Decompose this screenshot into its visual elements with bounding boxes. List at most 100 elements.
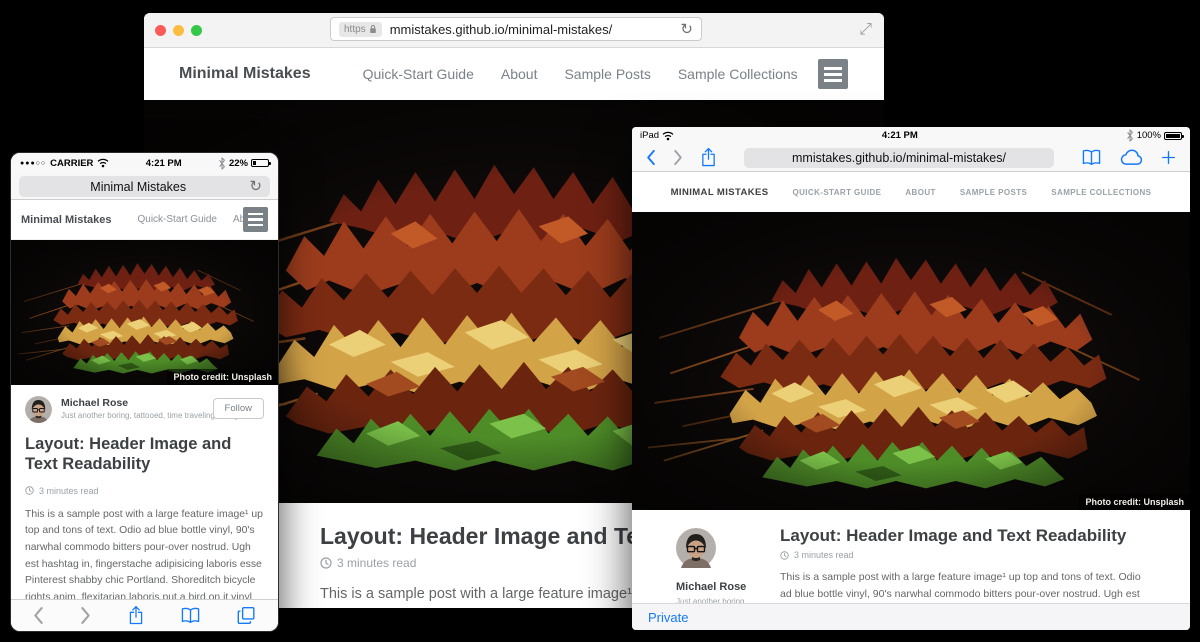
nav-link-about[interactable]: ABOUT: [905, 188, 935, 197]
iphone-safari-window: ●●●○○ CARRIER 4:21 PM 22% Minimal Mistak…: [10, 152, 279, 632]
feature-image: Photo credit: Unsplash: [632, 212, 1190, 510]
leaves-photo: [632, 212, 1190, 510]
post-body: This is a sample post with a large featu…: [780, 569, 1148, 604]
follow-button[interactable]: Follow: [213, 398, 264, 419]
clock-icon: [780, 551, 789, 560]
nav-link-quick-start[interactable]: Quick-Start Guide: [363, 66, 474, 82]
nav-link-quick-start[interactable]: QUICK-START GUIDE: [792, 188, 881, 197]
site-title-link[interactable]: MINIMAL MISTAKES: [671, 187, 769, 198]
site-title-link[interactable]: Minimal Mistakes: [179, 65, 311, 83]
read-time-text: 3 minutes read: [39, 486, 99, 496]
back-button[interactable]: [33, 606, 44, 625]
icloud-tabs-button[interactable]: [1119, 149, 1144, 166]
bluetooth-icon: [218, 157, 226, 170]
ipad-safari-window: iPad 4:21 PM 100% mmistakes.github.io/mi…: [632, 127, 1190, 630]
nav-link-quick-start[interactable]: Quick-Start Guide: [137, 214, 216, 225]
forward-button[interactable]: [673, 149, 683, 166]
post-title: Layout: Header Image and Text Readabilit…: [25, 435, 264, 475]
post-paragraph-1: This is a sample post with a large featu…: [25, 507, 264, 600]
minimize-window-button[interactable]: [173, 25, 184, 36]
leaves-photo: [11, 240, 278, 385]
new-tab-button[interactable]: [1161, 150, 1176, 165]
site-masthead: MINIMAL MISTAKES QUICK-START GUIDE ABOUT…: [632, 172, 1190, 212]
https-badge: https: [339, 22, 382, 37]
device-name: iPad: [640, 130, 659, 141]
private-browsing-bar: Private: [632, 603, 1190, 630]
clock-icon: [320, 557, 332, 569]
avatar-image: [676, 555, 716, 568]
url-text: mmistakes.github.io/minimal-mistakes/: [792, 151, 1006, 165]
author-avatar: [25, 396, 52, 423]
reload-button[interactable]: ↻: [249, 179, 262, 194]
bluetooth-icon: [1126, 129, 1134, 142]
battery-icon: [1164, 132, 1182, 140]
post-content: Michael Rose Just another boring, tattoo…: [11, 385, 278, 600]
bookmarks-button[interactable]: [1081, 149, 1102, 166]
close-window-button[interactable]: [155, 25, 166, 36]
url-text: mmistakes.github.io/minimal-mistakes/: [390, 22, 681, 37]
ipad-status-right: 100%: [1126, 129, 1182, 142]
read-time-text: 3 minutes read: [337, 556, 416, 570]
page-title: Minimal Mistakes: [27, 180, 249, 194]
site-masthead: Minimal Mistakes Quick-Start Guide About…: [144, 48, 884, 100]
lock-icon: [369, 24, 377, 34]
back-button[interactable]: [646, 149, 656, 166]
avatar-image: [25, 396, 52, 423]
read-time: 3 minutes read: [780, 550, 1148, 560]
nav-link-sample-posts[interactable]: Sample Posts: [564, 66, 650, 82]
feature-image: Photo credit: Unsplash: [11, 240, 278, 385]
battery-percent: 22%: [229, 158, 248, 169]
battery-icon: [251, 159, 269, 167]
clock-icon: [25, 486, 34, 495]
signal-dots-icon: ●●●○○: [20, 160, 46, 167]
author-row: Michael Rose Just another boring, tattoo…: [25, 396, 264, 423]
https-label: https: [344, 24, 366, 35]
share-button[interactable]: [700, 147, 717, 168]
menu-toggle-button[interactable]: [243, 207, 268, 232]
wifi-icon: [662, 131, 674, 141]
post-title: Layout: Header Image and Text Readabilit…: [780, 526, 1148, 546]
iphone-url-row: Minimal Mistakes ↻: [11, 173, 278, 200]
iphone-safari-toolbar: [11, 599, 278, 631]
address-bar[interactable]: https mmistakes.github.io/minimal-mistak…: [330, 17, 702, 41]
author-avatar: [676, 555, 716, 572]
zoom-window-button[interactable]: [191, 25, 202, 36]
read-time-text: 3 minutes read: [794, 550, 854, 560]
carrier-label: CARRIER: [50, 158, 93, 169]
ipad-clock: 4:21 PM: [674, 130, 1126, 141]
bookmarks-button[interactable]: [180, 607, 201, 624]
share-button[interactable]: [128, 605, 144, 626]
reload-button[interactable]: ↻: [680, 22, 693, 37]
battery-percent: 100%: [1137, 130, 1161, 141]
ipad-device-label: iPad: [640, 130, 674, 141]
ipad-safari-toolbar: mmistakes.github.io/minimal-mistakes/: [632, 144, 1190, 172]
nav-link-sample-posts[interactable]: SAMPLE POSTS: [960, 188, 1027, 197]
address-bar[interactable]: Minimal Mistakes ↻: [19, 176, 270, 197]
iphone-status-right: 22%: [218, 157, 269, 170]
post-content: Michael Rose Just another boring, tattoo…: [632, 510, 1190, 604]
iphone-status-bar: ●●●○○ CARRIER 4:21 PM 22%: [11, 153, 278, 173]
ipad-status-bar: iPad 4:21 PM 100%: [632, 127, 1190, 144]
post-main: Layout: Header Image and Text Readabilit…: [780, 510, 1190, 604]
nav-link-about[interactable]: About: [501, 66, 538, 82]
iphone-clock: 4:21 PM: [109, 158, 218, 169]
nav-link-sample-collections[interactable]: SAMPLE COLLECTIONS: [1051, 188, 1151, 197]
address-bar[interactable]: mmistakes.github.io/minimal-mistakes/: [744, 148, 1054, 168]
window-controls: [155, 25, 202, 36]
private-button[interactable]: Private: [648, 610, 688, 625]
site-nav-links: Quick-Start Guide About Sample Posts Sam…: [363, 66, 798, 82]
fullscreen-icon[interactable]: ⤢: [859, 21, 872, 39]
desktop-browser-chrome: https mmistakes.github.io/minimal-mistak…: [144, 13, 884, 48]
tabs-button[interactable]: [237, 606, 256, 625]
author-sidebar: Michael Rose Just another boring, tattoo…: [632, 510, 780, 604]
read-time: 3 minutes read: [25, 486, 264, 496]
site-masthead: Minimal Mistakes Quick-Start Guide About: [11, 200, 278, 240]
photo-credit: Photo credit: Unsplash: [167, 369, 278, 385]
forward-button[interactable]: [80, 606, 91, 625]
nav-link-sample-collections[interactable]: Sample Collections: [678, 66, 798, 82]
menu-toggle-button[interactable]: [818, 59, 848, 89]
author-name: Michael Rose: [676, 581, 780, 593]
photo-credit: Photo credit: Unsplash: [1079, 494, 1190, 510]
site-nav-links: Quick-Start Guide About: [137, 214, 259, 225]
site-title-link[interactable]: Minimal Mistakes: [21, 214, 111, 226]
